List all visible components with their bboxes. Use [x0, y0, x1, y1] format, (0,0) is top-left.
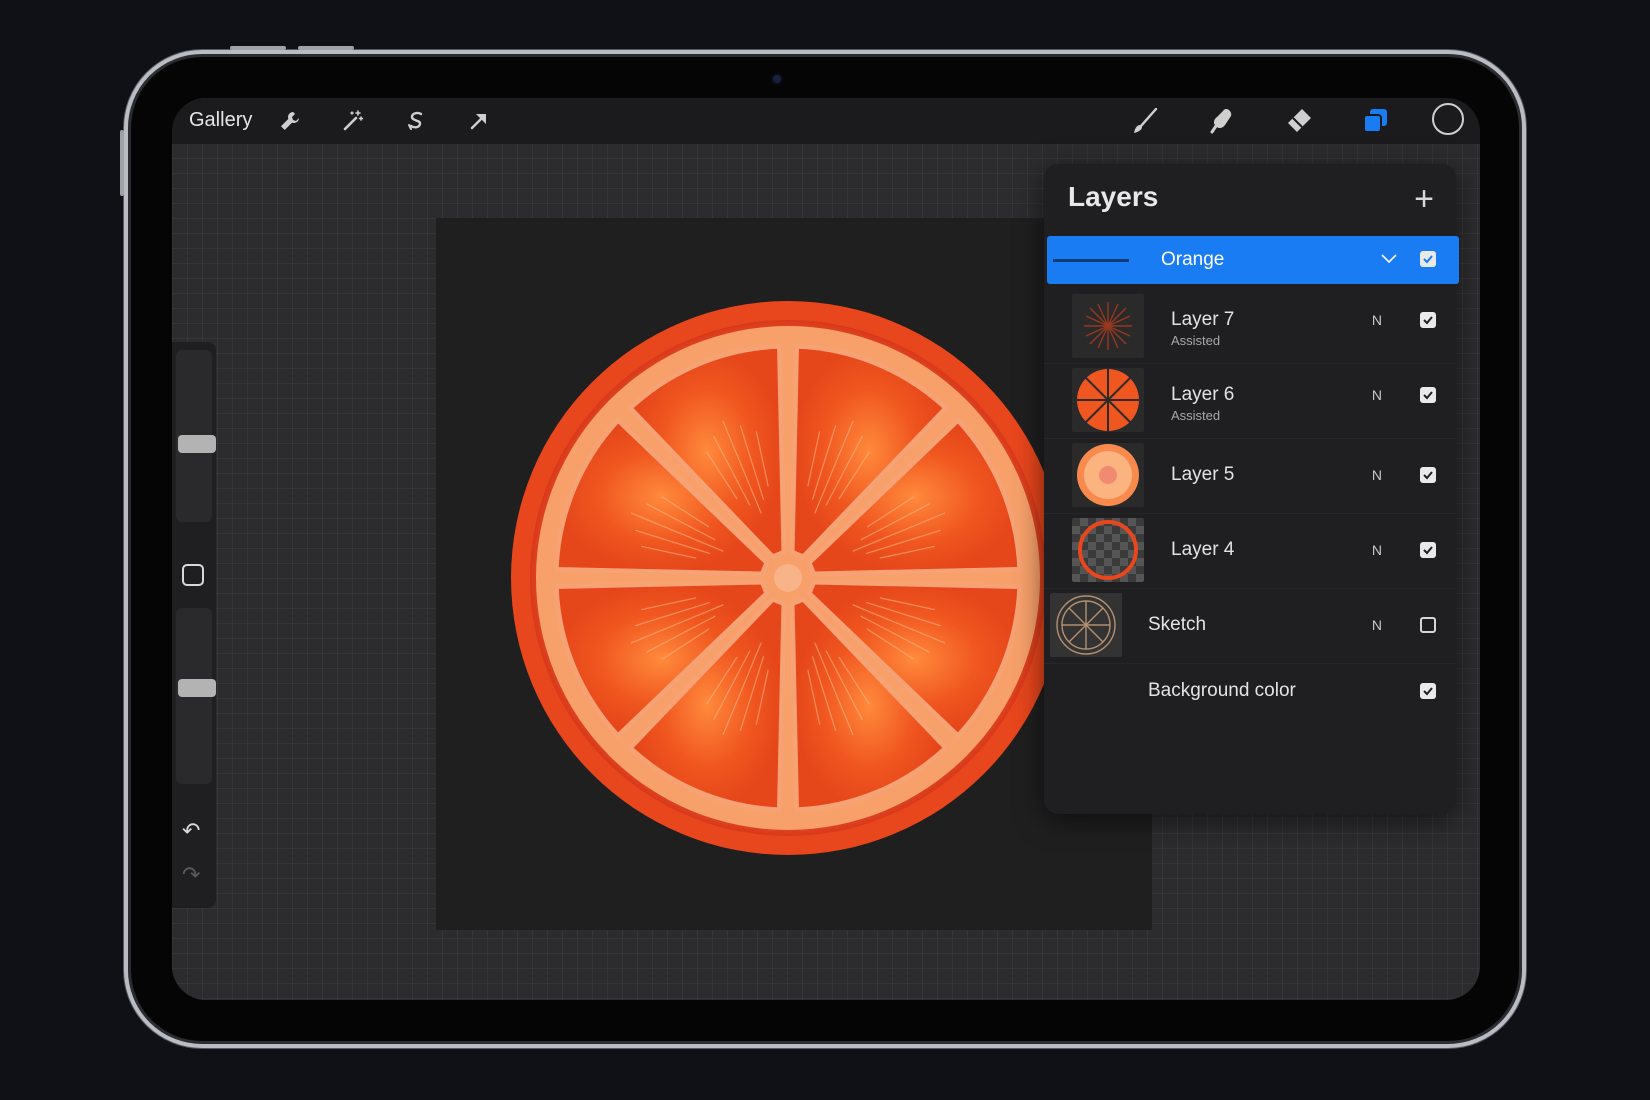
layer-visibility-checkbox[interactable]: [1420, 387, 1436, 403]
redo-button[interactable]: ↷: [182, 864, 200, 886]
layers-title: Layers: [1068, 181, 1159, 212]
top-toolbar: Gallery: [172, 98, 1480, 144]
layer-name: Layer 5: [1171, 464, 1235, 485]
layer-subtitle: Assisted: [1171, 408, 1221, 423]
layers-icon[interactable]: [1359, 104, 1393, 138]
brush-icon[interactable]: [1128, 104, 1162, 138]
volume-button: [230, 46, 286, 50]
layers-panel: Layers + Orange Layer 7 Assisted N Layer…: [1044, 164, 1459, 814]
selection-icon[interactable]: [399, 104, 433, 138]
layer-name: Layer 6: [1171, 384, 1235, 405]
group-line: [1053, 259, 1129, 262]
layer-thumbnail: [1050, 593, 1122, 657]
blend-mode-button[interactable]: N: [1372, 617, 1382, 633]
screen: Gallery ↶ ↷ Layers + Orange Layer 7 Assi…: [172, 98, 1480, 1000]
gallery-button[interactable]: Gallery: [189, 109, 252, 132]
layer-row-background-color[interactable]: Background color: [1044, 663, 1456, 723]
background-visibility-checkbox[interactable]: [1420, 683, 1436, 699]
transform-arrow-icon[interactable]: [462, 104, 496, 138]
opacity-slider[interactable]: [176, 608, 216, 784]
layer-visibility-checkbox[interactable]: [1420, 542, 1436, 558]
layer-thumbnail: [1072, 294, 1144, 358]
layer-row-layer-7[interactable]: Layer 7 Assisted N: [1044, 288, 1456, 364]
smudge-icon[interactable]: [1205, 104, 1239, 138]
magic-wand-icon[interactable]: [336, 104, 370, 138]
layer-thumbnail: [1072, 443, 1144, 507]
power-button: [120, 130, 124, 196]
layer-visibility-checkbox[interactable]: [1420, 312, 1436, 328]
volume-button: [298, 46, 354, 50]
group-visibility-checkbox[interactable]: [1420, 251, 1436, 267]
chevron-down-icon[interactable]: [1379, 248, 1399, 268]
layer-name: Layer 4: [1171, 539, 1235, 560]
group-name: Orange: [1161, 249, 1225, 270]
blend-mode-button[interactable]: N: [1372, 312, 1382, 328]
add-layer-button[interactable]: +: [1414, 182, 1434, 216]
layer-subtitle: Assisted: [1171, 333, 1221, 348]
layer-group-orange[interactable]: Orange: [1047, 236, 1459, 284]
undo-button[interactable]: ↶: [182, 820, 200, 842]
brush-size-slider[interactable]: [176, 350, 216, 522]
layer-row-layer-4[interactable]: Layer 4 N: [1044, 513, 1456, 589]
blend-mode-button[interactable]: N: [1372, 387, 1382, 403]
modify-button[interactable]: [182, 564, 204, 586]
layer-name: Layer 7: [1171, 309, 1235, 330]
layer-name: Sketch: [1148, 614, 1207, 635]
layer-row-sketch[interactable]: Sketch N: [1044, 588, 1456, 664]
layer-thumbnail: [1072, 518, 1144, 582]
layer-visibility-checkbox[interactable]: [1420, 617, 1436, 633]
layer-name: Background color: [1148, 680, 1296, 701]
eraser-icon[interactable]: [1282, 104, 1316, 138]
layer-row-layer-6[interactable]: Layer 6 Assisted N: [1044, 363, 1456, 439]
wrench-icon[interactable]: [273, 104, 307, 138]
layer-thumbnail: [1072, 368, 1144, 432]
layer-row-layer-5[interactable]: Layer 5 N: [1044, 438, 1456, 514]
opacity-thumb[interactable]: [178, 679, 216, 697]
blend-mode-button[interactable]: N: [1372, 467, 1382, 483]
front-camera: [773, 75, 781, 83]
layer-visibility-checkbox[interactable]: [1420, 467, 1436, 483]
side-toolbar: ↶ ↷: [172, 342, 216, 908]
blend-mode-button[interactable]: N: [1372, 542, 1382, 558]
brush-size-thumb[interactable]: [178, 435, 216, 453]
color-picker-button[interactable]: [1432, 103, 1464, 135]
